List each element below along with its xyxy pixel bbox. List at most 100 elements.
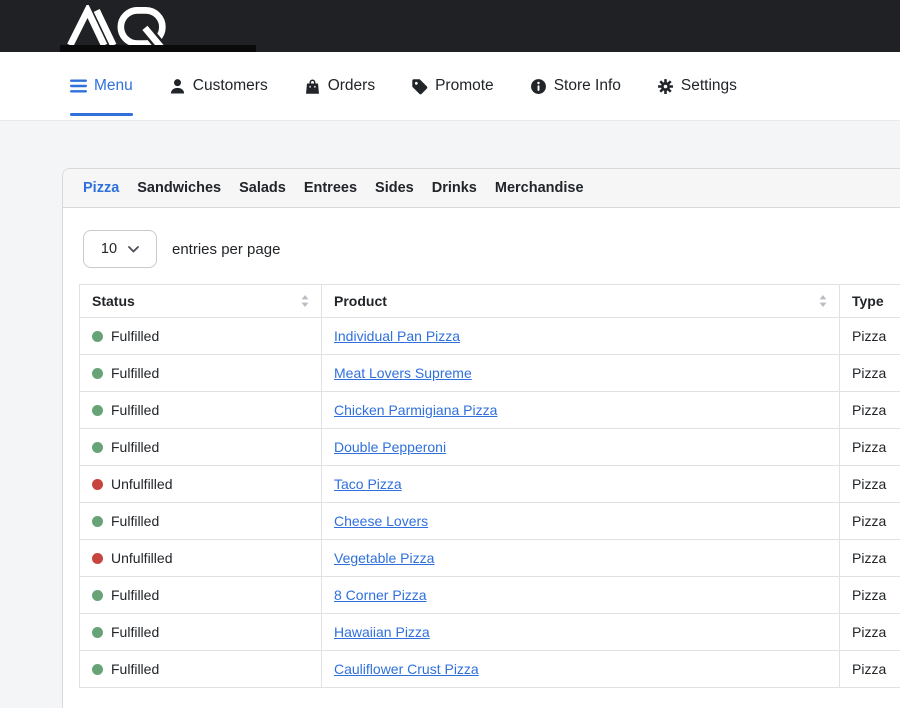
status-cell: Fulfilled [80,577,322,614]
status-label: Unfulfilled [111,550,172,566]
status-label: Fulfilled [111,402,159,418]
status-dot-icon [92,479,103,490]
status-cell: Fulfilled [80,355,322,392]
product-link[interactable]: Meat Lovers Supreme [334,365,472,381]
tab-sides[interactable]: Sides [375,180,414,196]
column-label: Type [852,293,884,309]
table-row: Unfulfilled Taco Pizza Pizza [80,466,900,503]
app-window: Menu Customers Orders Promote Store Info… [0,0,900,708]
nav-item-settings[interactable]: Settings [657,52,737,120]
status-label: Fulfilled [111,624,159,640]
card-body: 10 entries per page Status Product [63,208,900,708]
product-link[interactable]: Chicken Parmigiana Pizza [334,402,497,418]
nav-item-label: Orders [328,77,375,95]
type-cell: Pizza [840,318,900,355]
type-cell: Pizza [840,577,900,614]
status-label: Fulfilled [111,661,159,677]
sort-arrows-icon[interactable] [819,294,827,308]
column-label: Product [334,293,387,309]
status-dot-icon [92,331,103,342]
nav-item-menu[interactable]: Menu [70,52,133,120]
type-cell: Pizza [840,614,900,651]
tab-pizza[interactable]: Pizza [83,180,119,196]
status-dot-icon [92,405,103,416]
product-cell: Meat Lovers Supreme [322,355,840,392]
table-row: Fulfilled 8 Corner Pizza Pizza [80,577,900,614]
product-link[interactable]: Taco Pizza [334,476,402,492]
table-row: Fulfilled Meat Lovers Supreme Pizza [80,355,900,392]
product-link[interactable]: Double Pepperoni [334,439,446,455]
product-cell: Vegetable Pizza [322,540,840,577]
entries-per-page-value: 10 [101,241,117,257]
type-cell: Pizza [840,429,900,466]
top-brand-bar [0,0,900,52]
product-cell: Taco Pizza [322,466,840,503]
status-dot-icon [92,368,103,379]
type-cell: Pizza [840,540,900,577]
product-cell: Chicken Parmigiana Pizza [322,392,840,429]
table-header-row: Status Product Type [80,285,900,318]
table-row: Fulfilled Chicken Parmigiana Pizza Pizza [80,392,900,429]
nav-item-label: Settings [681,77,737,95]
type-cell: Pizza [840,651,900,688]
main-navbar: Menu Customers Orders Promote Store Info… [0,52,900,121]
nav-item-label: Menu [94,77,133,95]
nav-item-store-info[interactable]: Store Info [530,52,621,120]
type-cell: Pizza [840,466,900,503]
product-cell: Double Pepperoni [322,429,840,466]
menu-card: Pizza Sandwiches Salads Entrees Sides Dr… [62,168,900,708]
status-dot-icon [92,590,103,601]
status-dot-icon [92,442,103,453]
product-cell: Hawaiian Pizza [322,614,840,651]
product-link[interactable]: Cauliflower Crust Pizza [334,661,479,677]
product-link[interactable]: Vegetable Pizza [334,550,434,566]
column-header-type[interactable]: Type [840,285,900,318]
product-cell: 8 Corner Pizza [322,577,840,614]
status-cell: Fulfilled [80,392,322,429]
product-link[interactable]: Individual Pan Pizza [334,328,460,344]
tab-merchandise[interactable]: Merchandise [495,180,584,196]
nav-item-label: Promote [435,77,494,95]
status-label: Fulfilled [111,328,159,344]
status-label: Unfulfilled [111,476,172,492]
product-link[interactable]: Cheese Lovers [334,513,428,529]
info-circle-icon [530,78,547,95]
tag-icon [411,78,428,95]
nav-item-orders[interactable]: Orders [304,52,375,120]
column-label: Status [92,293,135,309]
product-link[interactable]: Hawaiian Pizza [334,624,430,640]
type-cell: Pizza [840,392,900,429]
tab-entrees[interactable]: Entrees [304,180,357,196]
column-header-product[interactable]: Product [322,285,840,318]
sort-arrows-icon[interactable] [301,294,309,308]
status-dot-icon [92,664,103,675]
chevron-down-icon [128,241,139,257]
table-row: Fulfilled Hawaiian Pizza Pizza [80,614,900,651]
content-area: Pizza Sandwiches Salads Entrees Sides Dr… [62,168,900,708]
nav-item-label: Customers [193,77,268,95]
product-cell: Cauliflower Crust Pizza [322,651,840,688]
entries-per-page-select[interactable]: 10 [83,230,157,268]
tab-drinks[interactable]: Drinks [432,180,477,196]
table-row: Fulfilled Cheese Lovers Pizza [80,503,900,540]
status-dot-icon [92,627,103,638]
nav-item-customers[interactable]: Customers [169,52,268,120]
tab-sandwiches[interactable]: Sandwiches [137,180,221,196]
person-icon [169,78,186,95]
table-row: Fulfilled Double Pepperoni Pizza [80,429,900,466]
tab-salads[interactable]: Salads [239,180,286,196]
status-cell: Fulfilled [80,651,322,688]
product-cell: Individual Pan Pizza [322,318,840,355]
status-cell: Fulfilled [80,429,322,466]
product-cell: Cheese Lovers [322,503,840,540]
table-row: Fulfilled Cauliflower Crust Pizza Pizza [80,651,900,688]
status-label: Fulfilled [111,439,159,455]
entries-per-page-label: entries per page [172,241,280,258]
column-header-status[interactable]: Status [80,285,322,318]
type-cell: Pizza [840,503,900,540]
category-tab-bar: Pizza Sandwiches Salads Entrees Sides Dr… [63,169,900,208]
product-link[interactable]: 8 Corner Pizza [334,587,427,603]
shopping-bag-icon [304,78,321,95]
nav-item-promote[interactable]: Promote [411,52,494,120]
hamburger-icon [70,79,87,93]
